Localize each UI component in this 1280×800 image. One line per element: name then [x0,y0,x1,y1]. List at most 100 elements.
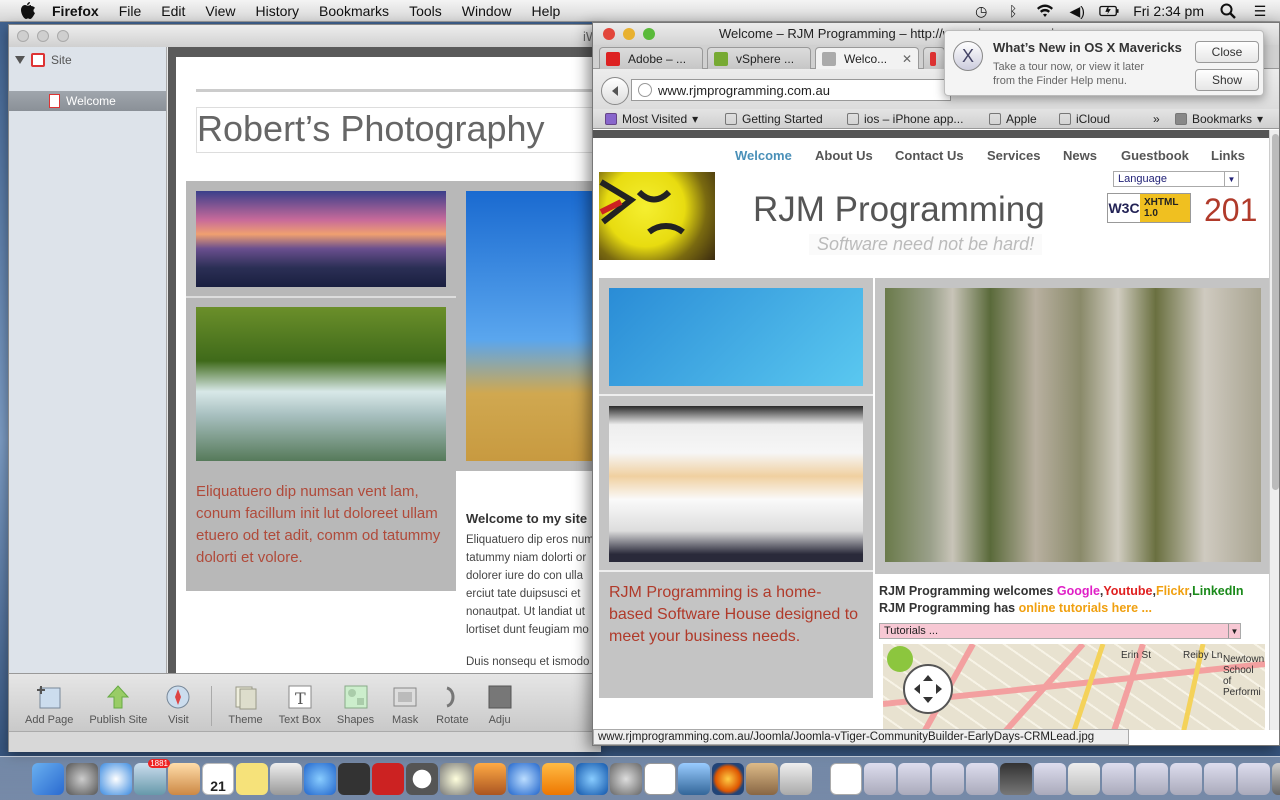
nav-news[interactable]: News [1063,148,1097,163]
nav-services[interactable]: Services [987,148,1041,163]
menu-file[interactable]: File [119,3,142,19]
utility-dock-icon[interactable] [780,762,812,795]
rjm-logo[interactable] [599,172,715,260]
messages-dock-icon[interactable] [304,762,336,795]
minimized-window-dock-icon[interactable] [1204,762,1236,795]
tab-vsphere[interactable]: vSphere ... [707,47,811,69]
ibooks-dock-icon[interactable] [542,762,574,795]
scrollbar-thumb[interactable] [1272,134,1279,490]
apple-menu-icon[interactable] [18,1,38,21]
firefox-zoom-button[interactable] [643,28,655,40]
menu-edit[interactable]: Edit [161,3,185,19]
wifi-icon[interactable] [1035,3,1055,19]
menu-window[interactable]: Window [462,3,512,19]
safari-dock-icon[interactable] [100,762,132,795]
textedit-dock-icon[interactable] [644,762,676,795]
theme-button[interactable]: Theme [228,684,263,726]
crm-screenshot-image[interactable] [609,406,863,562]
url-bar[interactable]: www.rjmprogramming.com.au [631,79,951,101]
minimized-window-dock-icon[interactable] [1136,762,1168,795]
photo-booth-dock-icon[interactable] [372,762,404,795]
red-caption-text[interactable]: Eliquatuero dip numsan vent lam, conum f… [196,481,450,569]
tab-close-icon[interactable]: ✕ [902,52,912,66]
blue-gradient-image[interactable] [609,288,863,386]
bookmarks-menu-button[interactable]: Bookmarks ▾ [1175,111,1263,127]
minimized-window-dock-icon[interactable] [1000,762,1032,795]
menu-tools[interactable]: Tools [409,3,442,19]
add-page-button[interactable]: Add Page [25,684,73,726]
minimized-window-dock-icon[interactable] [932,762,964,795]
menu-bookmarks[interactable]: Bookmarks [319,3,389,19]
document-dock-icon[interactable] [830,762,862,795]
tab-gmail[interactable] [923,47,945,69]
menu-history[interactable]: History [255,3,299,19]
bookmark-most-visited[interactable]: Most Visited ▾ [605,111,698,127]
minimized-window-dock-icon[interactable] [1034,762,1066,795]
forest-stream-photo[interactable] [196,307,446,461]
disclosure-triangle-icon[interactable] [15,56,25,64]
google-link[interactable]: Google [1057,584,1100,598]
desert-pinnacles-photo[interactable] [466,191,601,461]
facetime-dock-icon[interactable] [338,762,370,795]
tutorials-select[interactable]: Tutorials ... ▼ [879,623,1241,639]
nav-contact-us[interactable]: Contact Us [895,148,964,163]
back-button[interactable] [601,77,629,105]
iweb-zoom-button[interactable] [57,30,69,42]
itunes-dock-icon[interactable] [508,762,540,795]
iweb-dock-icon[interactable] [746,762,778,795]
minimized-window-dock-icon[interactable] [1102,762,1134,795]
app-store-dock-icon[interactable] [576,762,608,795]
site-tree-item[interactable]: Site [15,51,72,69]
battery-icon[interactable] [1099,3,1119,19]
visit-button[interactable]: Visit [163,684,193,726]
bookmark-ios[interactable]: ios – iPhone app... [847,111,963,127]
sidebar-page-welcome[interactable]: Welcome [9,91,166,111]
vertical-scrollbar[interactable] [1269,130,1279,730]
bookmark-icloud[interactable]: iCloud [1059,111,1110,127]
trash-dock-icon[interactable] [1272,762,1280,795]
minimized-window-dock-icon[interactable] [1238,762,1270,795]
garageband-dock-icon[interactable] [474,762,506,795]
volume-icon[interactable]: ◀) [1067,3,1087,19]
tab-welcome[interactable]: Welco... ✕ [815,47,919,69]
menu-clock[interactable]: Fri 2:34 pm [1133,3,1204,19]
notification-show-button[interactable]: Show [1195,69,1259,91]
time-machine-icon[interactable]: ◷ [971,3,991,19]
photos-dock-icon[interactable]: 1881 [134,758,170,795]
xcode-dock-icon[interactable] [678,762,710,795]
notification-close-button[interactable]: Close [1195,41,1259,63]
spotlight-search-icon[interactable] [1218,3,1238,19]
system-preferences-dock-icon[interactable] [610,762,642,795]
firefox-dock-icon[interactable] [712,762,744,795]
nav-links[interactable]: Links [1211,148,1245,163]
language-select[interactable]: Language ▼ [1113,171,1239,187]
minimized-window-dock-icon[interactable] [898,762,930,795]
launchpad-dock-icon[interactable] [66,762,98,795]
mask-button[interactable]: Mask [390,684,420,726]
finder-dock-icon[interactable] [32,762,64,795]
nav-guestbook[interactable]: Guestbook [1121,148,1189,163]
body-text-block[interactable]: Eliquatuero dip eros num tatummy niam do… [466,531,594,671]
preview-dock-icon[interactable] [270,762,302,795]
calendar-dock-icon[interactable]: 21 [202,762,234,795]
minimized-window-dock-icon[interactable] [864,762,896,795]
map-location-pin-icon[interactable] [887,646,913,672]
menu-view[interactable]: View [205,3,235,19]
imovie-dock-icon[interactable] [440,762,472,795]
trees-photo[interactable] [885,288,1261,562]
iweb-minimize-button[interactable] [37,30,49,42]
firefox-minimize-button[interactable] [623,28,635,40]
online-tutorials-link[interactable]: online tutorials here ... [1019,601,1152,615]
stickies-dock-icon[interactable] [236,762,268,795]
bookmark-apple[interactable]: Apple [989,111,1037,127]
mavericks-notification[interactable]: X What’s New in OS X Mavericks Take a to… [944,30,1264,96]
minimized-window-dock-icon[interactable] [1170,762,1202,795]
shapes-button[interactable]: Shapes [337,684,374,726]
firefox-close-button[interactable] [603,28,615,40]
map-pan-control-icon[interactable] [903,664,953,714]
youtube-link[interactable]: Youtube [1103,584,1152,598]
site-identity-icon[interactable] [638,83,652,97]
welcome-heading[interactable]: Welcome to my site [466,511,587,526]
adjust-button[interactable]: Adju [485,684,515,726]
minimized-window-dock-icon[interactable] [1068,762,1100,795]
